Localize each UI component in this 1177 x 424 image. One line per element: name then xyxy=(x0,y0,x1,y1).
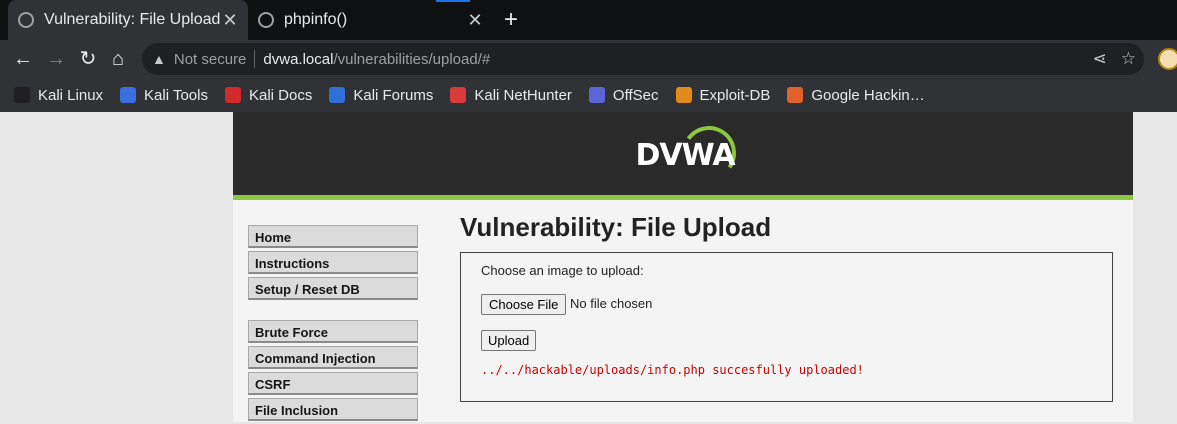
extension-icon[interactable] xyxy=(1158,48,1177,70)
tab-strip: Vulnerability: File Upload ✕ phpinfo() ✕… xyxy=(0,0,1177,40)
close-icon[interactable]: ✕ xyxy=(467,10,483,31)
upload-result-message: ../../hackable/uploads/info.php succesfu… xyxy=(481,363,864,377)
omnibox-divider xyxy=(254,50,256,68)
kali-tools-icon xyxy=(120,87,137,103)
new-tab-button[interactable]: + xyxy=(500,7,522,33)
upload-form: Choose an image to upload: Choose File N… xyxy=(460,252,1113,402)
bookmark-item[interactable]: Kali Forums xyxy=(329,87,433,104)
url-text[interactable]: dvwa.local/vulnerabilities/upload/# xyxy=(263,51,490,68)
browser-toolbar: ← → ↻ ⌂ ▲ Not secure dvwa.local/vulnerab… xyxy=(0,40,1177,78)
url-path: /vulnerabilities/upload/# xyxy=(333,50,491,68)
menu-spacer xyxy=(248,303,418,320)
dvwa-header: DVWA xyxy=(233,112,1133,195)
home-button[interactable]: ⌂ xyxy=(104,45,132,73)
bookmark-star-icon[interactable]: ☆ xyxy=(1121,47,1136,71)
tab-title: phpinfo() xyxy=(284,11,348,28)
side-menu: Home Instructions Setup / Reset DB Brute Fo… xyxy=(248,225,418,424)
menu-item-file-inclusion[interactable]: File Inclusion xyxy=(248,398,418,421)
bookmark-item[interactable]: Kali Docs xyxy=(224,86,313,104)
choose-file-button[interactable]: Choose File xyxy=(481,294,567,315)
logo-text: DVWA xyxy=(635,138,735,173)
dvwa-favicon-icon xyxy=(258,12,274,28)
menu-item-brute-force[interactable]: Brute Force xyxy=(248,320,418,343)
menu-item-home[interactable]: Home xyxy=(248,225,418,248)
nethunter-icon xyxy=(450,87,467,103)
header-accent-bar xyxy=(233,195,1133,200)
bookmark-item[interactable]: OffSec xyxy=(588,86,659,104)
security-status[interactable]: Not secure xyxy=(174,51,247,68)
menu-item-csrf[interactable]: CSRF xyxy=(248,372,418,395)
bookmark-item[interactable]: Kali NetHunter xyxy=(450,87,572,104)
menu-item-command-injection[interactable]: Command Injection xyxy=(248,346,418,369)
offsec-icon xyxy=(588,87,605,103)
bookmark-label: Exploit-DB xyxy=(699,86,771,104)
bookmarks-bar: Kali Linux Kali Tools Kali Docs Kali Forums… xyxy=(0,78,1177,112)
bookmark-item[interactable]: Kali Linux xyxy=(14,87,103,104)
warning-triangle-icon[interactable]: ▲ xyxy=(152,51,166,67)
bookmark-item[interactable]: Kali Tools xyxy=(120,87,208,104)
tab-title: Vulnerability: File Upload xyxy=(44,11,221,28)
file-status: No file chosen xyxy=(570,296,653,311)
ghdb-icon xyxy=(787,87,804,103)
reload-button[interactable]: ↻ xyxy=(74,45,102,73)
page-title: Vulnerability: File Upload xyxy=(460,212,772,242)
bookmark-item[interactable]: Google Hackin… xyxy=(787,86,925,104)
tab-phpinfo[interactable]: phpinfo() ✕ xyxy=(248,0,493,40)
bookmark-label: Kali Forums xyxy=(353,86,434,104)
bookmark-label: Kali NetHunter xyxy=(474,86,572,104)
upload-button[interactable]: Upload xyxy=(481,330,537,351)
exploit-db-spider-icon xyxy=(675,87,692,103)
back-button[interactable]: ← xyxy=(9,45,37,73)
dvwa-logo: DVWA xyxy=(630,121,741,186)
close-icon[interactable]: ✕ xyxy=(222,10,238,31)
kali-docs-icon xyxy=(224,87,241,103)
url-host: dvwa.local xyxy=(263,50,334,68)
omnibox-actions: ⋖ ☆ xyxy=(1093,47,1137,71)
bookmark-label: Kali Tools xyxy=(144,86,208,104)
address-bar[interactable]: ▲ Not secure dvwa.local/vulnerabilities/… xyxy=(142,43,1144,75)
tab-vulnerability-file-upload[interactable]: Vulnerability: File Upload ✕ xyxy=(8,0,248,40)
dvwa-container: DVWA Home Instructions Setup / Reset DB Bru… xyxy=(233,112,1133,422)
menu-item-instructions[interactable]: Instructions xyxy=(248,251,418,274)
bookmark-label: Google Hackin… xyxy=(811,86,925,104)
kali-forums-icon xyxy=(329,87,346,103)
kali-dragon-icon xyxy=(14,87,30,103)
upload-label: Choose an image to upload: xyxy=(481,263,644,278)
bookmark-label: Kali Linux xyxy=(38,86,104,104)
forward-button[interactable]: → xyxy=(42,45,70,73)
bookmark-label: Kali Docs xyxy=(248,86,313,104)
dvwa-favicon-icon xyxy=(18,12,34,28)
menu-item-setup-reset-db[interactable]: Setup / Reset DB xyxy=(248,277,418,300)
bookmark-item[interactable]: Exploit-DB xyxy=(675,86,771,104)
share-icon[interactable]: ⋖ xyxy=(1093,47,1107,71)
page-viewport: DVWA Home Instructions Setup / Reset DB Bru… xyxy=(0,112,1177,422)
bookmark-label: OffSec xyxy=(612,86,659,104)
